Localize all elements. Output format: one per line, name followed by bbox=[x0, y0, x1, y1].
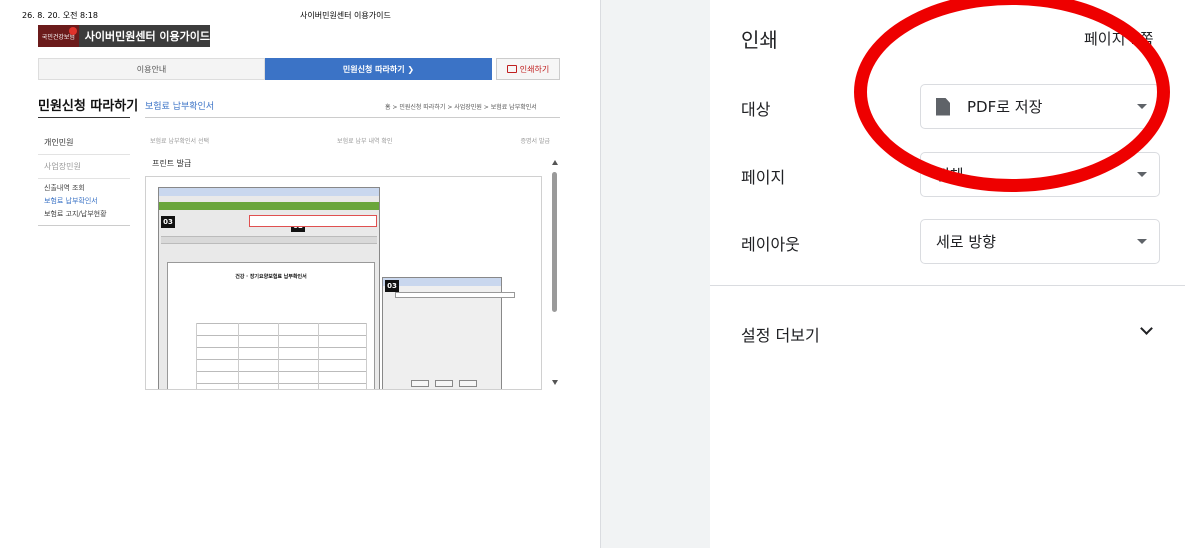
step-badge: 03 bbox=[161, 216, 175, 228]
divider bbox=[145, 117, 560, 118]
certificate-image: 건강 · 장기요양보험료 납부확인서 bbox=[167, 262, 375, 389]
side-sub-item: 신출내역 조회 bbox=[44, 184, 85, 192]
side-item-business: 사업장민원 bbox=[38, 155, 130, 179]
print-title: 인쇄 bbox=[741, 28, 778, 52]
section-title: 민원신청 따라하기 bbox=[38, 99, 139, 114]
side-menu: 개인민원 사업장민원 bbox=[38, 131, 130, 179]
divider bbox=[38, 117, 130, 118]
destination-value: PDF로 저장 bbox=[967, 98, 1043, 116]
nhis-logo-icon: 국민건강보험 bbox=[38, 25, 79, 47]
destination-label: 대상 bbox=[741, 100, 771, 119]
nav-print-label: 인쇄하기 bbox=[519, 64, 550, 74]
viewer-toolbar bbox=[161, 236, 377, 244]
browser-window-image: 03 02 01 건강 · 장기요양보험료 납부확인서 bbox=[158, 187, 380, 389]
step-1: 보험료 납부확인서 선택 bbox=[150, 138, 210, 145]
file-icon bbox=[936, 97, 950, 116]
preview-scrollbar bbox=[550, 160, 560, 390]
layout-value: 세로 방향 bbox=[936, 233, 996, 251]
site-nav: 이용안내 민원신청 따라하기 ❯ 인쇄하기 bbox=[38, 58, 560, 80]
dropdown-arrow-icon bbox=[1137, 172, 1147, 177]
step-badge: 03 bbox=[385, 280, 399, 292]
divider bbox=[710, 285, 1185, 286]
pages-select[interactable]: 전체 bbox=[920, 152, 1160, 197]
scroll-down-icon bbox=[552, 380, 558, 385]
side-item-personal: 개인민원 bbox=[38, 131, 130, 155]
step-2: 보험료 납부 내역 확인 bbox=[337, 138, 393, 145]
pages-label: 페이지 bbox=[741, 168, 786, 187]
destination-select[interactable]: PDF로 저장 bbox=[920, 84, 1160, 129]
scroll-up-icon bbox=[552, 160, 558, 165]
scroll-thumb bbox=[552, 172, 557, 312]
site-logo: 국민건강보험 사이버민원센터 이용가이드 bbox=[38, 25, 210, 47]
dialog-image: 03 bbox=[382, 277, 515, 389]
breadcrumb: 홈 > 민원신청 따라하기 > 사업장민원 > 보험료 납부확인서 bbox=[385, 104, 537, 111]
dropdown-arrow-icon bbox=[1137, 104, 1147, 109]
preview-header-title: 사이버민원센터 이용가이드 bbox=[300, 11, 391, 20]
print-issue-label: 프린트 발급 bbox=[152, 159, 192, 168]
layout-select[interactable]: 세로 방향 bbox=[920, 219, 1160, 264]
divider bbox=[38, 225, 130, 226]
pages-value: 전체 bbox=[936, 166, 964, 184]
nav-tab-guide: 이용안내 bbox=[38, 58, 265, 80]
dropdown-arrow-icon bbox=[1137, 239, 1147, 244]
step-3: 증명서 발급 bbox=[520, 138, 550, 145]
preview-header-date: 26. 8. 20. 오전 8:18 bbox=[22, 11, 98, 20]
print-preview: 26. 8. 20. 오전 8:18 사이버민원센터 이용가이드 국민건강보험 … bbox=[0, 0, 600, 548]
notice-box bbox=[249, 215, 377, 227]
layout-label: 레이아웃 bbox=[741, 235, 800, 254]
page-count: 페이지 1쪽 bbox=[1084, 30, 1154, 48]
certificate-title: 건강 · 장기요양보험료 납부확인서 bbox=[235, 274, 307, 280]
side-sub-item: 보험료 고지/납부현황 bbox=[44, 210, 107, 218]
nav-print-button: 인쇄하기 bbox=[496, 58, 560, 80]
chevron-down-icon[interactable] bbox=[1140, 322, 1153, 335]
side-submenu: 신출내역 조회 보험료 납부확인서 보험료 고지/납부현황 bbox=[44, 182, 107, 221]
side-sub-item-active: 보험료 납부확인서 bbox=[44, 197, 98, 205]
guide-screenshot: 03 02 01 건강 · 장기요양보험료 납부확인서 03 bbox=[145, 176, 542, 390]
nav-tab-follow: 민원신청 따라하기 ❯ bbox=[265, 58, 492, 80]
print-settings-panel: 인쇄 페이지 1쪽 대상 PDF로 저장 페이지 전체 레이아웃 세로 방향 설… bbox=[710, 0, 1185, 548]
printer-icon bbox=[506, 65, 517, 73]
logo-text: 사이버민원센터 이용가이드 bbox=[84, 30, 210, 43]
preview-background bbox=[600, 0, 710, 548]
logo-badge-text: 국민건강보험 bbox=[41, 33, 75, 41]
section-subtitle: 보험료 납부확인서 bbox=[145, 102, 215, 112]
more-settings-toggle[interactable]: 설정 더보기 bbox=[741, 322, 820, 346]
step-indicator: 보험료 납부확인서 선택 보험료 납부 내역 확인 증명서 발급 bbox=[150, 136, 550, 145]
